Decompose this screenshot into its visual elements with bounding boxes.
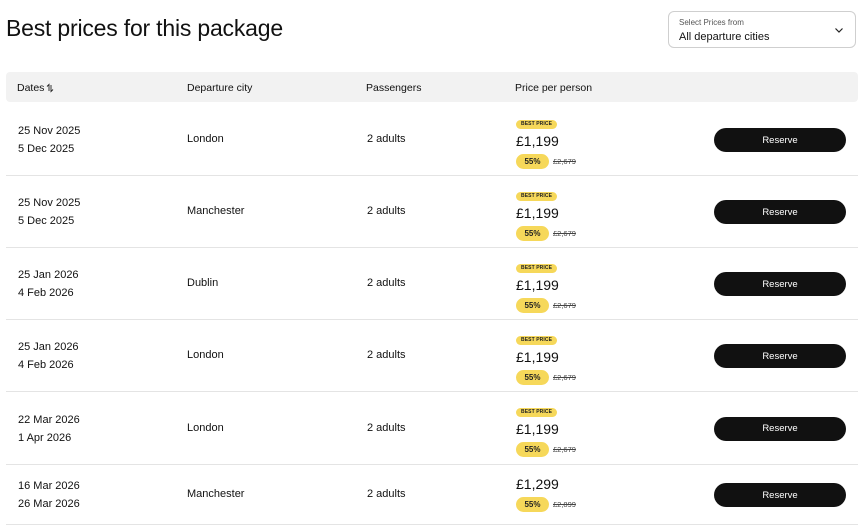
chevron-down-icon [835,28,843,33]
date-from: 22 Mar 2026 [18,413,80,426]
departure-city-cell: London [187,349,224,361]
date-to: 4 Feb 2026 [18,359,74,371]
price-per-person: £1,199 [516,349,559,365]
column-header-departure-city: Departure city [187,82,253,94]
price-per-person: £1,199 [516,277,559,293]
discount-line: 55% £2,899 [516,496,576,513]
date-from: 25 Nov 2025 [18,197,81,209]
date-to: 4 Feb 2026 [18,287,74,299]
date-from: 16 Mar 2026 [18,480,80,492]
passengers-cell: 2 adults [367,488,406,500]
select-caption: Select Prices from [679,18,744,27]
price-cell: £1,299 55% £2,899 [516,473,576,513]
reserve-button[interactable]: Reserve [714,344,846,368]
column-header-price: Price per person [515,82,593,94]
discount-line: 55% £2,679 [516,441,576,458]
price-cell: BEST PRICE £1,199 55% £2,679 [516,400,576,458]
discount-line: 55% £2,679 [516,153,576,170]
date-to: 26 Mar 2026 [18,498,80,510]
date-from: 25 Jan 2026 [18,341,79,353]
table-row: 22 Mar 2026 1 Apr 2026 London 2 adults BEST … [6,392,858,465]
price-per-person: £1,199 [516,205,559,221]
original-price: £2,679 [553,157,576,167]
price-cell: BEST PRICE £1,199 55% £2,679 [516,256,576,314]
reserve-button[interactable]: Reserve [714,416,846,441]
date-to: 5 Dec 2025 [18,215,75,227]
reserve-button[interactable]: Reserve [714,483,846,507]
price-per-person: £1,199 [516,421,559,437]
original-price: £2,679 [553,229,576,239]
table-row: 25 Jan 2026 4 Feb 2026 Dublin 2 adults BEST … [6,248,858,320]
table-header: Dates Departure city Passengers Price pe… [6,72,858,102]
departure-city-cell: London [187,133,224,145]
original-price: £2,899 [553,500,576,510]
column-header-passengers: Passengers [366,82,422,94]
best-price-badge: BEST PRICE [516,408,558,417]
price-cell: BEST PRICE £1,199 55% £2,679 [516,184,576,242]
passengers-cell: 2 adults [367,205,406,217]
price-cell: BEST PRICE £1,199 55% £2,679 [516,112,576,170]
date-from: 25 Nov 2025 [18,125,81,137]
table-row: 25 Nov 2025 5 Dec 2025 London 2 adults BEST … [6,104,858,176]
table-row: 25 Jan 2026 4 Feb 2026 London 2 adults BEST … [6,320,858,392]
discount-line: 55% £2,679 [516,225,576,242]
date-from: 25 Jan 2026 [18,269,79,281]
sort-icon[interactable] [46,83,54,93]
date-to: 1 Apr 2026 [18,431,72,444]
dates-cell: 16 Mar 2026 26 Mar 2026 [18,477,80,513]
discount-badge: 55% [516,370,549,386]
date-to: 5 Dec 2025 [18,143,75,155]
dates-cell: 25 Jan 2026 4 Feb 2026 [18,338,79,374]
best-price-badge: BEST PRICE [516,336,558,345]
discount-badge: 55% [516,442,549,458]
departure-city-cell: Manchester [187,488,245,500]
best-price-badge: BEST PRICE [516,120,558,129]
original-price: £2,679 [553,445,576,455]
passengers-cell: 2 adults [367,421,406,434]
original-price: £2,679 [553,373,576,383]
dates-cell: 25 Nov 2025 5 Dec 2025 [18,194,80,230]
passengers-cell: 2 adults [367,133,406,145]
dates-cell: 25 Nov 2025 5 Dec 2025 [18,122,80,158]
table-row: 25 Nov 2025 5 Dec 2025 Manchester 2 adults B… [6,176,858,248]
select-value: All departure cities [679,31,770,43]
departure-city-cell: Manchester [187,205,245,217]
discount-badge: 55% [516,298,549,314]
reserve-button[interactable]: Reserve [714,272,846,296]
price-per-person: £1,199 [516,133,559,149]
discount-line: 55% £2,679 [516,369,576,386]
table-row: 16 Mar 2026 26 Mar 2026 Manchester 2 adults… [6,465,858,525]
best-price-badge: BEST PRICE [516,264,558,273]
passengers-cell: 2 adults [367,277,406,289]
reserve-button[interactable]: Reserve [714,128,846,152]
best-price-badge: BEST PRICE [516,192,558,201]
discount-line: 55% £2,679 [516,297,576,314]
discount-badge: 55% [516,154,549,170]
departure-city-cell: Dublin [187,277,219,289]
departure-city-select[interactable]: Select Prices from All departure cities [668,11,856,48]
column-header-dates-label: Dates [17,82,45,94]
discount-badge: 55% [516,226,549,242]
dates-cell: 22 Mar 2026 1 Apr 2026 [18,411,80,447]
price-per-person: £1,299 [516,476,559,492]
reserve-button[interactable]: Reserve [714,200,846,224]
discount-badge: 55% [516,497,549,513]
original-price: £2,679 [553,301,576,311]
price-cell: BEST PRICE £1,199 55% £2,679 [516,328,576,386]
dates-cell: 25 Jan 2026 4 Feb 2026 [18,266,79,302]
column-header-dates[interactable]: Dates [17,82,54,94]
passengers-cell: 2 adults [367,349,406,361]
page-title: Best prices for this package [6,15,283,41]
departure-city-cell: London [187,421,224,434]
